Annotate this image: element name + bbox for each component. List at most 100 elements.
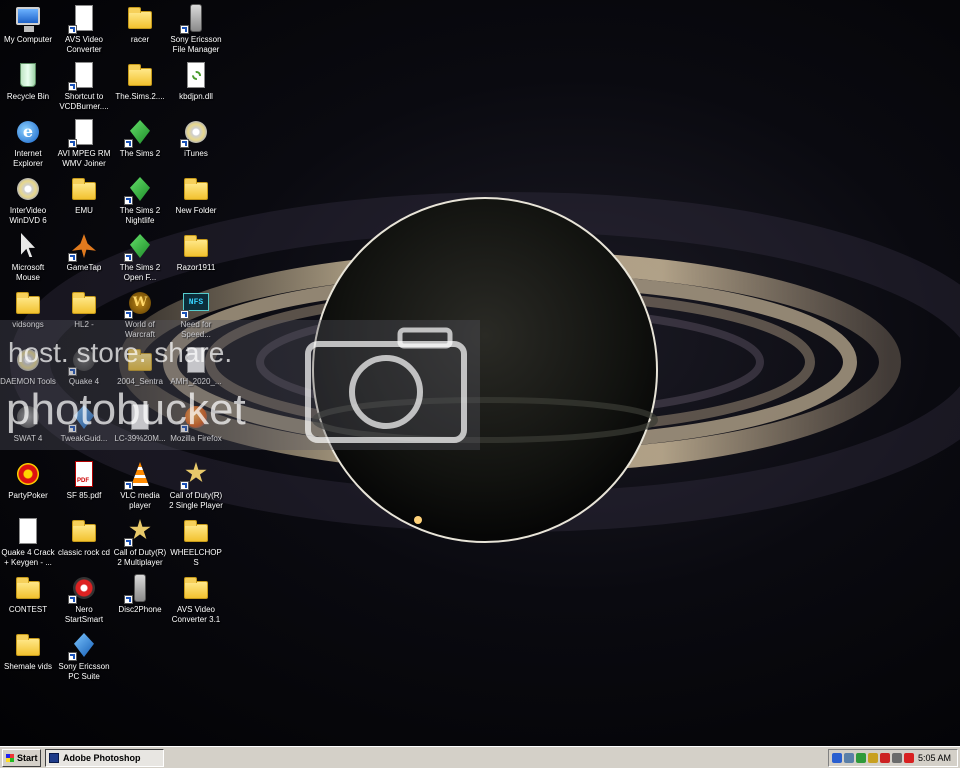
desktop-icon[interactable]: The Sims 2 Open F... [112,230,168,286]
desktop-icon-label: CONTEST [8,605,48,614]
antivirus-icon[interactable] [904,753,914,763]
desktop-icon[interactable]: The Sims 2 Nightlife [112,173,168,229]
task-label: Adobe Photoshop [63,753,141,763]
windvd-disc-icon [12,173,44,205]
desktop-icon[interactable]: Shemale vids [0,629,56,685]
taskbar-button-photoshop[interactable]: Adobe Photoshop [45,749,164,767]
itunes-icon [180,116,212,148]
desktop-icon[interactable]: e Internet Explorer [0,116,56,172]
shortcut-arrow-icon [68,139,77,148]
shortcut-arrow-icon [124,481,133,490]
desktop-icon[interactable]: Call of Duty(R) 2 Single Player [168,458,224,514]
desktop-icon-label: AVS Video Converter 3.1 [171,605,221,624]
desktop-icon-label: Shemale vids [3,662,53,671]
desktop-icon[interactable]: Sony Ericsson File Manager [168,2,224,58]
desktop-icon-label: The.Sims.2.... [115,92,165,101]
windows-flag-icon [6,754,14,762]
shield-icon[interactable] [856,753,866,763]
desktop-icon[interactable]: AVS Video Converter 3.1 [168,572,224,628]
desktop-icon[interactable]: AVI MPEG RM WMV Joiner [56,116,112,172]
vcd-burner-icon [68,59,100,91]
desktop-icon[interactable]: Quake 4 Crack + Keygen - ... [0,515,56,571]
desktop-icon[interactable]: EMU [56,173,112,229]
desktop-icon[interactable]: Recycle Bin [0,59,56,115]
desktop-icon[interactable]: SF 85.pdf [56,458,112,514]
network-icon[interactable] [844,753,854,763]
desktop-icon-label: Microsoft Mouse [11,263,45,282]
desktop-icon[interactable]: classic rock cd [56,515,112,571]
shortcut-arrow-icon [180,481,189,490]
desktop-icon-label: kbdjpn.dll [179,92,213,101]
desktop-icon[interactable]: WHEELCHOPS [168,515,224,571]
security-icon[interactable] [868,753,878,763]
sims-plumbob-icon [124,116,156,148]
shortcut-arrow-icon [68,25,77,34]
desktop-icon[interactable]: iTunes [168,116,224,172]
desktop-icon[interactable]: Microsoft Mouse [0,230,56,286]
sims-plumbob-icon [124,230,156,262]
shortcut-arrow-icon [68,82,77,91]
shortcut-arrow-icon [124,139,133,148]
taskbar: Start Adobe Photoshop 5:05 AM [0,746,960,768]
poker-chip-icon [12,458,44,490]
desktop-icon[interactable]: AVS Video Converter [56,2,112,58]
desktop-icon[interactable]: GameTap [56,230,112,286]
vlc-cone-icon [124,458,156,490]
desktop-icon-label: Call of Duty(R) 2 Single Player [169,491,223,510]
desktop-icon-label: Shortcut to VCDBurner.... [59,92,109,111]
desktop-icon-label: PartyPoker [8,491,48,500]
shortcut-arrow-icon [68,253,77,262]
shortcut-arrow-icon [180,310,189,319]
system-tray: 5:05 AM [828,749,958,767]
phone-icon [180,2,212,34]
sims-plumbob-icon [124,173,156,205]
desktop-icon-label: The Sims 2 Open F... [119,263,161,282]
start-button[interactable]: Start [2,749,41,767]
folder-icon [124,2,156,34]
desktop-icon[interactable]: CONTEST [0,572,56,628]
bluetooth-icon[interactable] [832,753,842,763]
desktop-icon-label: InterVideo WinDVD 6 [9,206,47,225]
folder-icon [180,230,212,262]
desktop-icon-label: My Computer [3,35,52,44]
desktop-icon[interactable]: Razor1911 [168,230,224,286]
shortcut-arrow-icon [124,595,133,604]
desktop-icon[interactable]: The Sims 2 [112,116,168,172]
desktop-icon[interactable]: My Computer [0,2,56,58]
desktop-icon[interactable]: InterVideo WinDVD 6 [0,173,56,229]
call-of-duty-icon [124,515,156,547]
desktop-icon[interactable]: The.Sims.2.... [112,59,168,115]
internet-explorer-icon: e [12,116,44,148]
desktop-icon-label: Recycle Bin [6,92,50,101]
desktop-icon-label: Razor1911 [176,263,216,272]
desktop-icon[interactable]: VLC media player [112,458,168,514]
volume-icon[interactable] [892,753,902,763]
desktop-icon[interactable]: Shortcut to VCDBurner.... [56,59,112,115]
desktop-icon-label: New Folder [175,206,217,215]
desktop-icon-label: classic rock cd [57,548,110,557]
photobucket-watermark: host. store. share. photobucket [0,320,480,450]
folder-icon [124,59,156,91]
desktop-icon-label: Sony Ericsson PC Suite [58,662,110,681]
pdf-icon [68,458,100,490]
desktop-icon-label: Sony Ericsson File Manager [170,35,222,54]
desktop-icon[interactable]: racer [112,2,168,58]
aim-icon[interactable] [880,753,890,763]
desktop-icon-label: SF 85.pdf [66,491,102,500]
shortcut-arrow-icon [124,196,133,205]
desktop-icon-label: AVS Video Converter [65,35,103,54]
desktop-icon[interactable]: kbdjpn.dll [168,59,224,115]
desktop-icon[interactable]: PartyPoker [0,458,56,514]
folder-icon [68,287,100,319]
desktop-icon[interactable]: New Folder [168,173,224,229]
folder-icon [12,287,44,319]
folder-icon [180,515,212,547]
shortcut-arrow-icon [124,538,133,547]
desktop-icon[interactable]: Disc2Phone [112,572,168,628]
desktop-icon-label: The Sims 2 Nightlife [119,206,161,225]
desktop-icon[interactable]: Sony Ericsson PC Suite [56,629,112,685]
desktop-icon[interactable]: Nero StartSmart [56,572,112,628]
desktop-icon-label: racer [130,35,150,44]
folder-icon [180,173,212,205]
desktop-icon[interactable]: Call of Duty(R) 2 Multiplayer [112,515,168,571]
